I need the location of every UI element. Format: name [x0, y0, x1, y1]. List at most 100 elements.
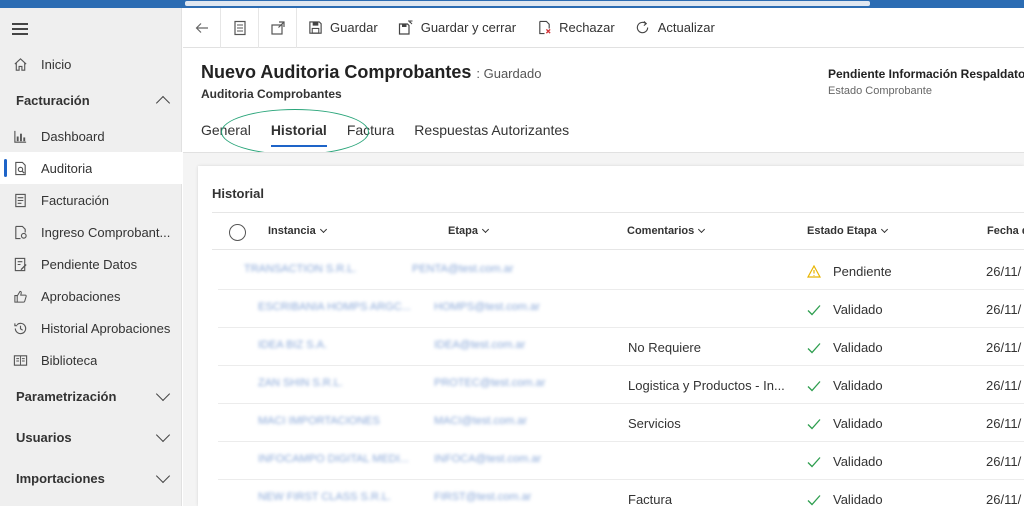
cell-estado: Validado	[807, 302, 883, 317]
sidebar-item-ingreso-comprobantes[interactable]: Ingreso Comprobant...	[0, 216, 182, 248]
cell-instancia[interactable]: INFOCAMPO DIGITAL MEDI...	[258, 453, 409, 465]
document-reject-icon	[536, 20, 552, 36]
section-usuarios[interactable]: Usuarios	[0, 419, 182, 455]
document-edit-icon	[12, 256, 28, 272]
sidebar-item-aprobaciones[interactable]: Aprobaciones	[0, 280, 182, 312]
table-row[interactable]: IDEA BIZ S.A. IDEA@test.com.ar No Requie…	[218, 328, 1024, 366]
entity-name: Auditoria Comprobantes	[201, 87, 342, 101]
cell-etapa[interactable]: FIRST@test.com.ar	[434, 491, 531, 503]
cell-instancia[interactable]: MACI IMPORTACIONES	[258, 415, 380, 427]
sidebar-item-label: Auditoria	[41, 160, 93, 176]
document-search-icon	[12, 160, 28, 176]
cell-instancia[interactable]: NEW FIRST CLASS S.R.L.	[258, 491, 391, 503]
bar-chart-icon	[12, 128, 28, 144]
sidebar: Inicio Facturación Dashboard Auditoria F…	[0, 8, 182, 506]
column-header-etapa[interactable]: Etapa	[448, 225, 490, 237]
table-row[interactable]: ZAN SHIN S.R.L. PROTEC@test.com.ar Logis…	[218, 366, 1024, 404]
cell-instancia[interactable]: IDEA BIZ S.A.	[258, 339, 327, 351]
status-label: Validado	[833, 340, 883, 355]
save-and-close-button[interactable]: Guardar y cerrar	[388, 8, 526, 48]
column-label: Comentarios	[627, 225, 695, 237]
sidebar-item-biblioteca[interactable]: Biblioteca	[0, 344, 182, 376]
cell-etapa[interactable]: MACI@test.com.ar	[434, 415, 527, 427]
cell-fecha: 26/11/	[986, 340, 1022, 355]
save-button[interactable]: Guardar	[297, 8, 388, 48]
checkmark-icon	[807, 417, 821, 431]
table-row[interactable]: ESCRIBANIA HOMPS ARGC... HOMPS@test.com.…	[218, 290, 1024, 328]
tab-general[interactable]: General	[201, 122, 251, 147]
sidebar-item-label: Ingreso Comprobant...	[41, 224, 171, 240]
tab-factura[interactable]: Factura	[347, 122, 394, 147]
status-label: Validado	[833, 416, 883, 431]
reject-button[interactable]: Rechazar	[526, 8, 625, 48]
back-button[interactable]	[183, 7, 221, 48]
sidebar-item-label: Aprobaciones	[41, 288, 121, 304]
sidebar-item-inicio[interactable]: Inicio	[0, 48, 182, 80]
section-title: Historial	[212, 186, 265, 201]
sidebar-item-label: Pendiente Datos	[41, 256, 138, 272]
cell-fecha: 26/11/	[986, 492, 1022, 506]
chevron-down-icon	[880, 225, 888, 234]
cell-instancia[interactable]: TRANSACTION S.R.L.	[244, 263, 356, 275]
column-header-instancia[interactable]: Instancia	[268, 225, 327, 237]
sidebar-item-auditoria[interactable]: Auditoria	[0, 152, 182, 184]
cell-fecha: 26/11/	[986, 264, 1022, 279]
form-view-button[interactable]	[221, 7, 259, 48]
cell-instancia[interactable]: ZAN SHIN S.R.L.	[258, 377, 343, 389]
chevron-down-icon	[698, 225, 706, 234]
column-label: Instancia	[268, 225, 316, 237]
section-importaciones[interactable]: Importaciones	[0, 460, 182, 496]
hamburger-menu-icon[interactable]	[12, 23, 28, 37]
section-parametrizacion[interactable]: Parametrización	[0, 378, 182, 414]
cell-estado: Pendiente	[807, 264, 892, 279]
cell-estado: Validado	[807, 340, 883, 355]
cell-etapa[interactable]: PROTEC@test.com.ar	[434, 377, 545, 389]
reject-label: Rechazar	[559, 20, 615, 35]
grid-header: Instancia Etapa Comentarios Estado Etapa…	[212, 212, 1024, 250]
section-label: Importaciones	[16, 470, 105, 486]
horizontal-scrollbar[interactable]	[185, 1, 870, 6]
refresh-button[interactable]: Actualizar	[625, 8, 725, 48]
cell-comentarios: No Requiere	[628, 340, 701, 355]
sidebar-item-dashboard[interactable]: Dashboard	[0, 120, 182, 152]
checkmark-icon	[807, 455, 821, 469]
sidebar-item-historial-aprobaciones[interactable]: Historial Aprobaciones	[0, 312, 182, 344]
cell-comentarios: Factura	[628, 492, 673, 506]
column-header-fecha[interactable]: Fecha d	[987, 225, 1024, 237]
section-label: Usuarios	[16, 429, 72, 445]
sidebar-item-pendiente-datos[interactable]: Pendiente Datos	[0, 248, 182, 280]
table-row[interactable]: TRANSACTION S.R.L. PENTA@test.com.ar Pen…	[218, 252, 1024, 290]
table-row[interactable]: NEW FIRST CLASS S.R.L. FIRST@test.com.ar…	[218, 480, 1024, 506]
cell-fecha: 26/11/	[986, 302, 1022, 317]
section-facturacion[interactable]: Facturación	[0, 82, 182, 118]
refresh-label: Actualizar	[657, 20, 715, 35]
tab-historial[interactable]: Historial	[270, 122, 327, 147]
save-and-close-label: Guardar y cerrar	[420, 20, 517, 35]
header-field-value[interactable]: Pendiente Información Respaldator	[828, 67, 1024, 81]
cell-etapa[interactable]: INFOCA@test.com.ar	[434, 453, 541, 465]
cell-instancia[interactable]: ESCRIBANIA HOMPS ARGC...	[258, 301, 411, 313]
status-label: Validado	[833, 454, 883, 469]
cell-etapa[interactable]: PENTA@test.com.ar	[412, 263, 513, 275]
history-icon	[12, 320, 28, 336]
column-label: Etapa	[448, 225, 478, 237]
sidebar-item-label: Facturación	[41, 192, 109, 208]
tab-respuestas-autorizantes[interactable]: Respuestas Autorizantes	[414, 122, 569, 147]
cell-etapa[interactable]: IDEA@test.com.ar	[434, 339, 525, 351]
select-all-radio[interactable]	[229, 224, 246, 241]
table-row[interactable]: MACI IMPORTACIONES MACI@test.com.ar Serv…	[218, 404, 1024, 442]
cell-etapa[interactable]: HOMPS@test.com.ar	[434, 301, 540, 313]
column-header-comentarios[interactable]: Comentarios	[627, 225, 706, 237]
table-row[interactable]: INFOCAMPO DIGITAL MEDI... INFOCA@test.co…	[218, 442, 1024, 480]
open-new-window-button[interactable]	[259, 7, 297, 48]
column-label: Estado Etapa	[807, 225, 877, 237]
historial-section: Historial Instancia Etapa Comentarios Es…	[198, 166, 1024, 506]
column-label: Fecha d	[987, 225, 1024, 237]
sidebar-item-label: Inicio	[41, 56, 72, 72]
checkmark-icon	[807, 303, 821, 317]
tab-list: General Historial Factura Respuestas Aut…	[201, 122, 589, 147]
column-header-estado-etapa[interactable]: Estado Etapa	[807, 225, 888, 237]
sidebar-item-facturacion[interactable]: Facturación	[0, 184, 182, 216]
cell-estado: Validado	[807, 378, 883, 393]
open-in-new-window-icon	[270, 20, 285, 35]
